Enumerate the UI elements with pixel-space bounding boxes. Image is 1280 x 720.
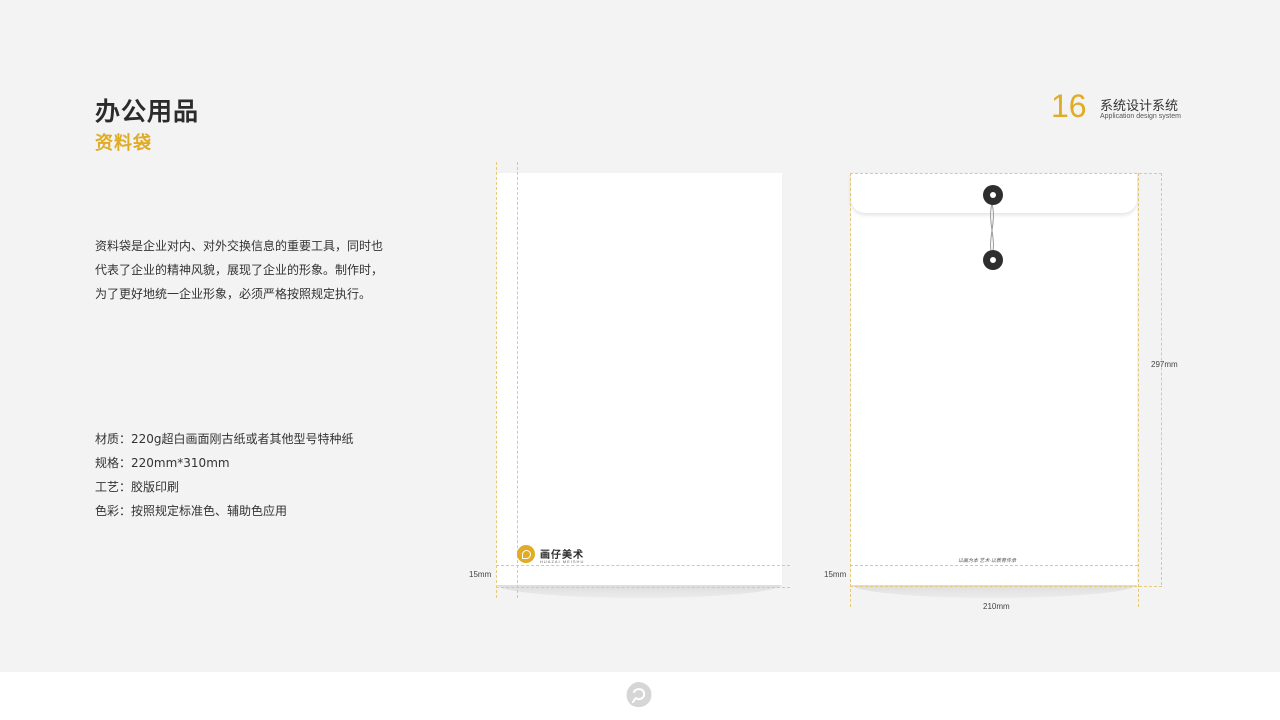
description-line: 代表了企业的精神风貌，展现了企业的形象。制作时， (95, 263, 384, 277)
back-margin-label: 15mm (824, 570, 847, 579)
height-dimension-label: 297mm (1151, 360, 1178, 369)
spec-size: 规格：220mm*310mm (95, 456, 230, 470)
guide-line (496, 587, 790, 588)
spec-process: 工艺：胶版印刷 (95, 480, 180, 494)
guide-line (850, 565, 1138, 566)
guide-line (517, 162, 518, 598)
section-subtitle: Application design system (1100, 113, 1181, 120)
guide-line (850, 586, 1162, 587)
front-margin-label: 15mm (469, 570, 492, 579)
back-slogan: 以画为本 艺术·以教育传承 (958, 558, 1017, 564)
guide-line (850, 173, 851, 607)
guide-line (850, 173, 1162, 174)
brand-logo-icon (517, 545, 535, 563)
page-subtitle: 资料袋 (95, 133, 152, 154)
page-number: 16 (1051, 88, 1087, 124)
guide-line (496, 565, 790, 566)
section-title: 系统设计系统 (1100, 99, 1179, 114)
envelope-button-bottom (983, 250, 1003, 270)
page-title: 办公用品 (95, 97, 200, 126)
description-line: 资料袋是企业对内、对外交换信息的重要工具，同时也 (95, 239, 384, 253)
spec-material: 材质：220g超白画面刚古纸或者其他型号特种纸 (95, 432, 354, 446)
brand-logo-subtitle: HUAZAI MEISHU (540, 559, 585, 564)
spec-color: 色彩：按照规定标准色、辅助色应用 (95, 504, 288, 518)
envelope-button-top (983, 185, 1003, 205)
description: 资料袋是企业对内、对外交换信息的重要工具，同时也 代表了企业的精神风貌，展现了企… (95, 234, 395, 306)
description-line: 为了更好地统一企业形象，必须严格按照规定执行。 (95, 287, 372, 301)
footer-logo-icon (626, 682, 652, 708)
guide-line (1161, 173, 1162, 585)
guide-line (1138, 173, 1139, 607)
front-envelope (496, 173, 782, 585)
guide-line (496, 162, 497, 598)
width-dimension-label: 210mm (983, 602, 1010, 611)
spec-list: 材质：220g超白画面刚古纸或者其他型号特种纸 规格：220mm*310mm 工… (95, 427, 354, 523)
